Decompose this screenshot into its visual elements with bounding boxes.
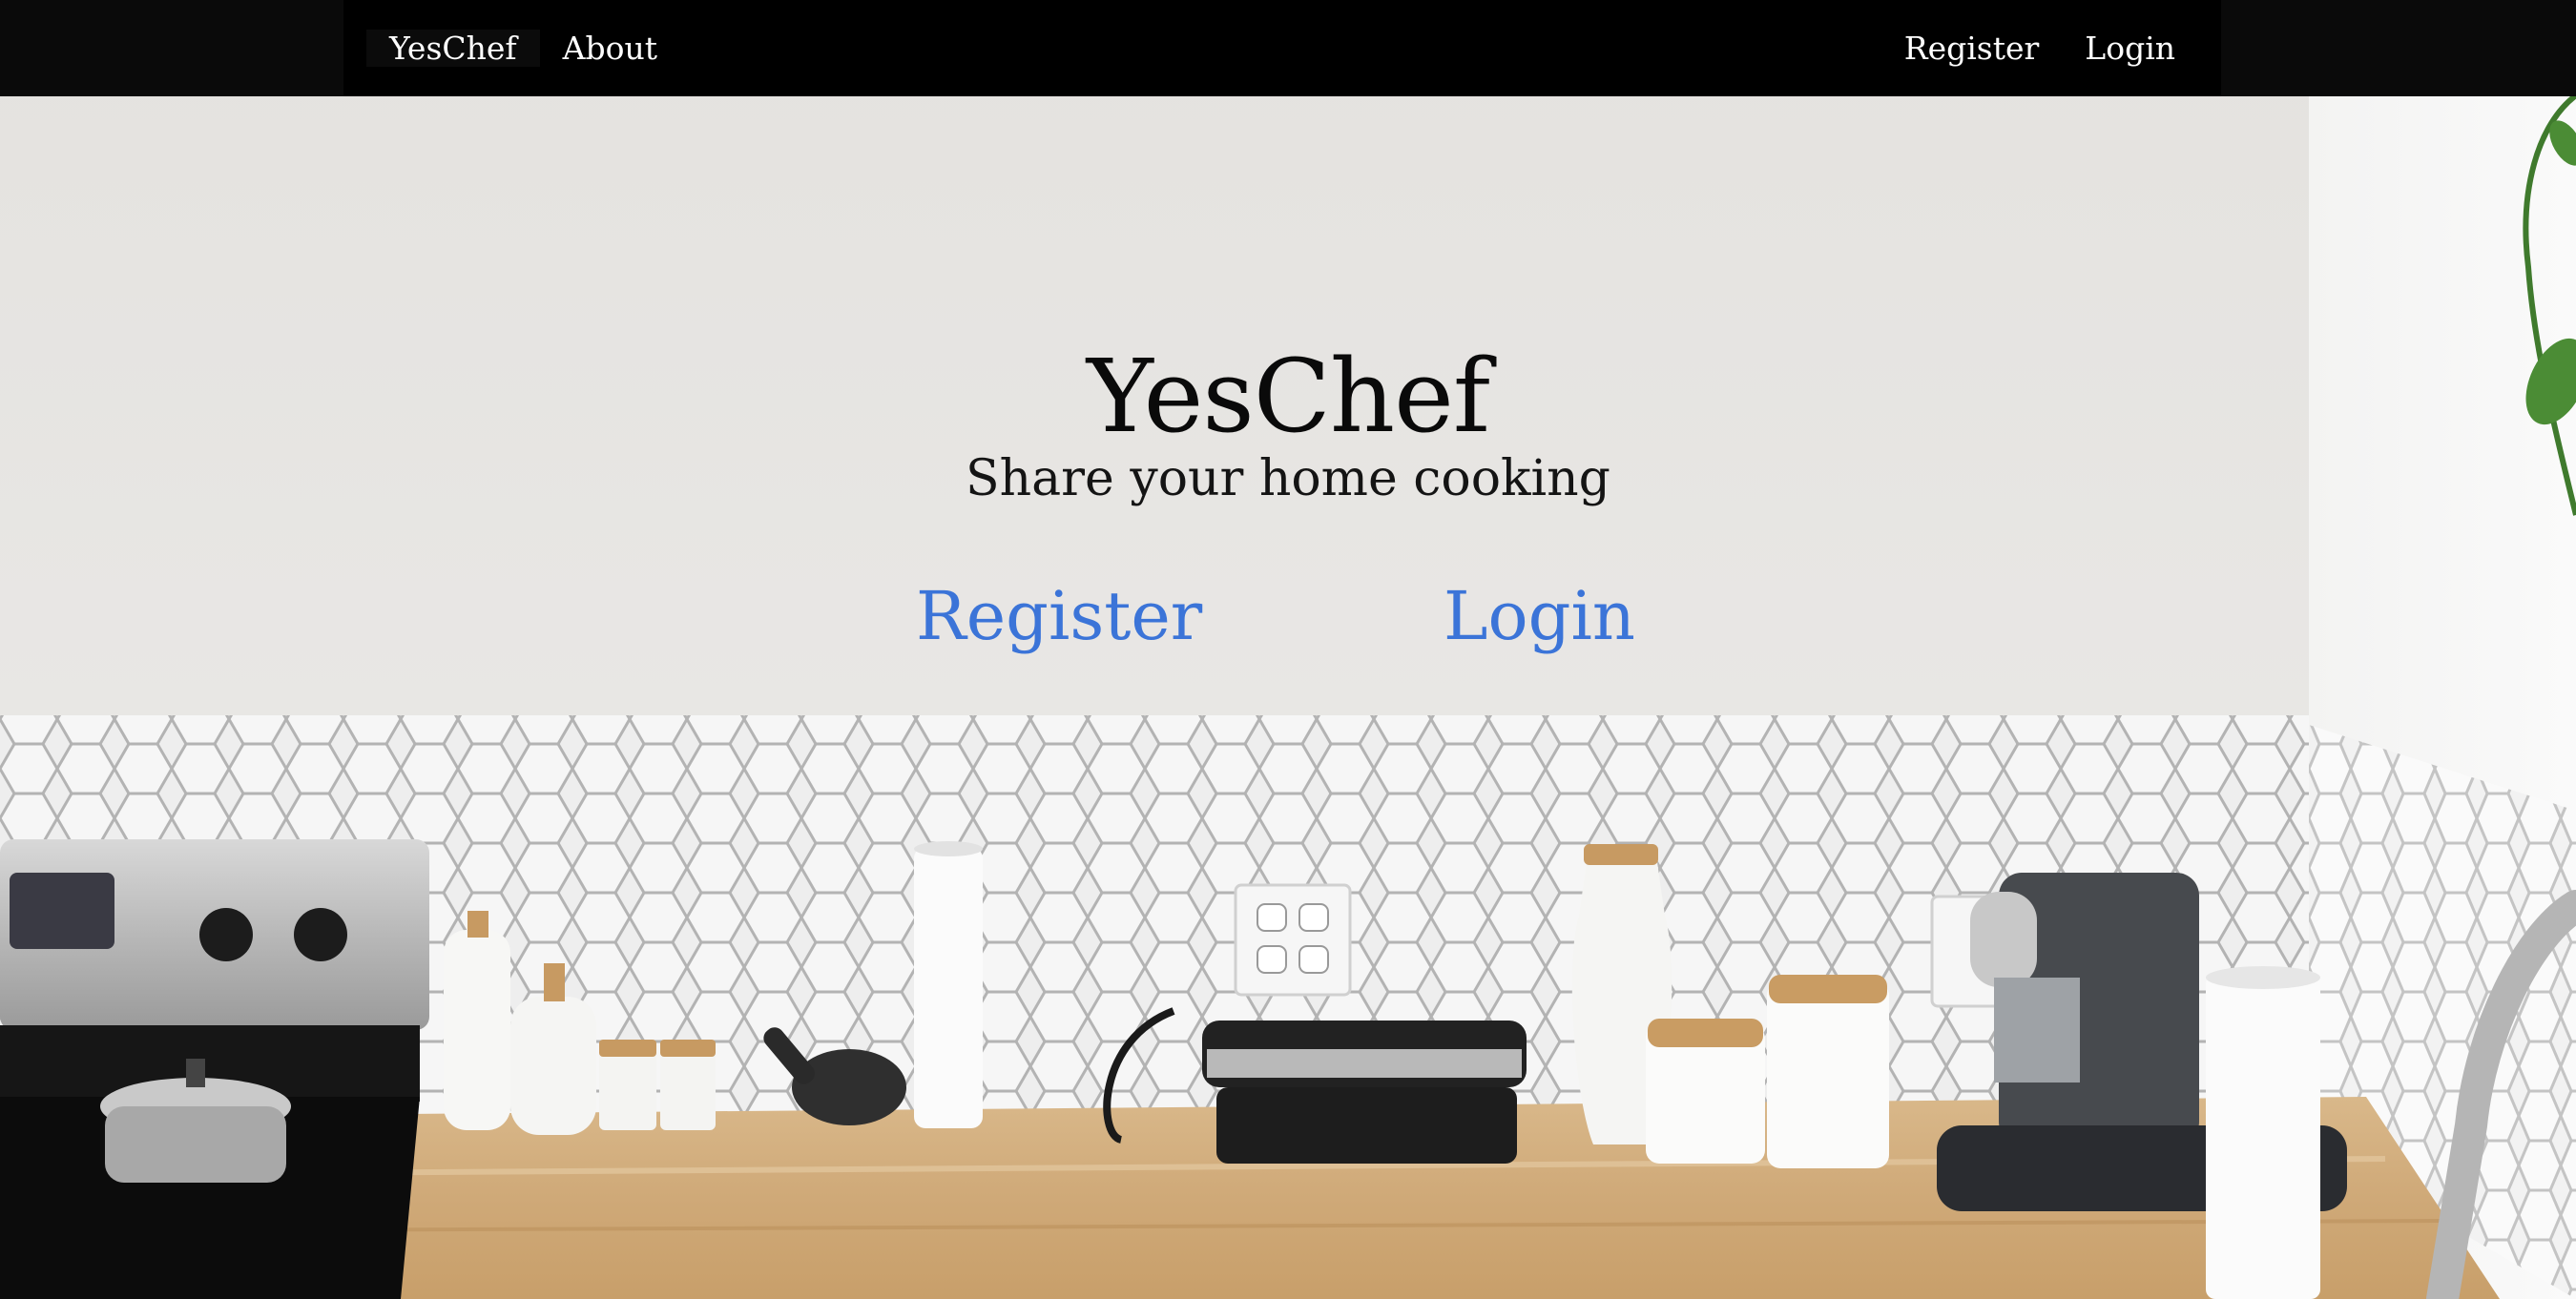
navbar-left-group: YesChef About	[366, 0, 680, 96]
hero-section: YesChef Share your home cooking Register…	[0, 338, 2576, 655]
navbar-about-link[interactable]: About	[540, 30, 680, 67]
landing-page: YesChef About Register Login YesChef Sha…	[0, 0, 2576, 1299]
hero-subtitle: Share your home cooking	[966, 450, 1610, 508]
navbar-brand-link[interactable]: YesChef	[366, 30, 540, 67]
hero-register-link[interactable]: Register	[916, 577, 1202, 655]
navbar-container: YesChef About Register Login	[343, 0, 2221, 96]
navbar-login-link[interactable]: Login	[2062, 30, 2198, 67]
hero-actions: Register Login	[0, 577, 2576, 663]
top-navbar: YesChef About Register Login	[0, 0, 2576, 96]
navbar-right-group: Register Login	[1881, 0, 2198, 96]
navbar-register-link[interactable]: Register	[1881, 30, 2063, 67]
hero-title: YesChef	[1086, 338, 1490, 455]
hero-login-link[interactable]: Login	[1444, 577, 1635, 655]
